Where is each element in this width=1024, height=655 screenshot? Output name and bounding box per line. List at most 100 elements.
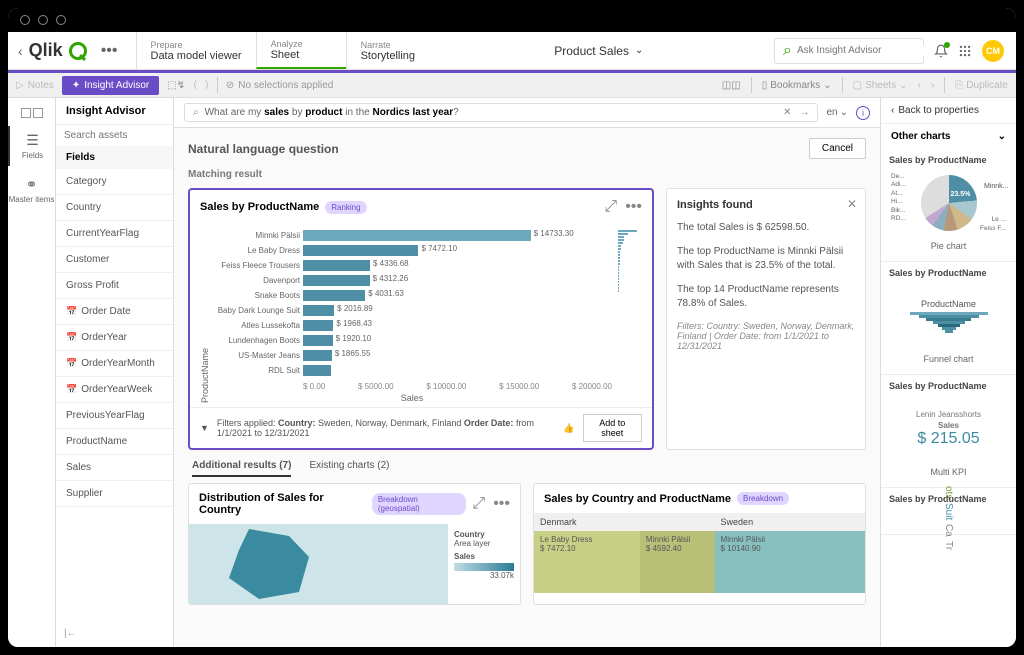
rp-card-kpi[interactable]: Sales by ProductName Lenin Jeansshorts S… (881, 375, 1016, 488)
grid-icon[interactable] (958, 44, 972, 58)
nav-tab-prepare[interactable]: Prepare Data model viewer (136, 32, 256, 69)
calendar-icon: 📅 (66, 384, 77, 395)
map-legend: Country Area layer Sales 33.07k (448, 524, 520, 604)
traffic-light-icon (38, 15, 48, 25)
expand-icon[interactable]: ⤢ (472, 495, 485, 513)
no-selections-text: ⊘ No selections applied (226, 80, 333, 91)
field-item[interactable]: Sales (56, 455, 173, 481)
rail-master-items[interactable]: ⚭ Master items (8, 170, 55, 210)
properties-panel: ‹ Back to properties Other charts⌄ Sales… (880, 98, 1016, 647)
other-charts-section[interactable]: Other charts⌄ (881, 124, 1016, 149)
search-insight-input[interactable]: ⌕ (774, 38, 924, 64)
rp-card-other[interactable]: Sales by ProductName otsSuitCaTr (881, 488, 1016, 535)
back-icon[interactable]: ‹ (18, 43, 23, 59)
pie-icon: Minnk... 23.5% (921, 175, 977, 231)
close-icon[interactable]: ✕ (847, 197, 857, 211)
minimap[interactable] (618, 228, 644, 403)
more-button[interactable]: ••• (93, 42, 126, 60)
insight-item: The total Sales is $ 62598.50. (677, 221, 855, 235)
insight-filters: Filters: Country: Sweden, Norway, Denmar… (677, 321, 855, 351)
lasso-icon[interactable]: ⬚↯ (167, 80, 185, 91)
funnel-icon (909, 312, 989, 333)
field-item[interactable]: PreviousYearFlag (56, 403, 173, 429)
submit-icon[interactable]: → (799, 107, 809, 118)
tree-title: Sales by Country and ProductName (544, 493, 731, 505)
rp-card-pie[interactable]: Sales by ProductName De...Adi...At...Hi.… (881, 149, 1016, 262)
bar-chart: Minnki Pälsii$ 14733.30Le Baby Dress$ 74… (212, 228, 612, 403)
window-titlebar (8, 8, 1016, 32)
notes-button[interactable]: ▷ Notes (16, 80, 54, 91)
dist-card: Distribution of Sales for Country Breakd… (188, 483, 521, 605)
add-to-sheet-button[interactable]: Add to sheet (583, 414, 643, 442)
thumbs-up-icon[interactable]: 👍 (563, 423, 574, 434)
selections-tool-icon[interactable]: ◫◫ (722, 80, 741, 91)
nl-query-input[interactable]: ⌕ What are my sales by product in the No… (184, 103, 818, 122)
tree-card: Sales by Country and ProductName Breakdo… (533, 483, 866, 605)
expand-icon[interactable]: ⤢ (604, 198, 617, 216)
nav-tab-narrate[interactable]: Narrate Storytelling (346, 32, 436, 69)
insight-item: The top 14 ProductName represents 78.8% … (677, 283, 855, 311)
field-item[interactable]: CurrentYearFlag (56, 221, 173, 247)
field-item[interactable]: ProductName (56, 429, 173, 455)
app-title[interactable]: Product Sales ⌄ (436, 32, 762, 69)
clear-icon[interactable]: ✕ (783, 107, 791, 118)
insight-advisor-button[interactable]: ✦ Insight Advisor (62, 76, 159, 95)
bookmarks-button[interactable]: ▯ Bookmarks ⌄ (762, 80, 832, 91)
main-area: ⌕ What are my sales by product in the No… (174, 98, 880, 647)
top-bar: ‹ Qlik ••• Prepare Data model viewer Ana… (8, 32, 1016, 70)
tab-additional[interactable]: Additional results (7) (192, 460, 291, 477)
sheets-button[interactable]: ▢ Sheets ⌄ (853, 80, 908, 91)
back-to-properties[interactable]: ‹ Back to properties (881, 98, 1016, 124)
database-icon: ☰ (26, 132, 39, 149)
prev-sheet-icon[interactable]: ‹ (918, 80, 921, 91)
panel-header: Insight Advisor (56, 98, 173, 125)
kpi-icon: Lenin Jeansshorts Sales $ 215.05 (916, 410, 981, 448)
tab-existing[interactable]: Existing charts (2) (309, 460, 389, 477)
avatar[interactable]: CM (982, 40, 1004, 62)
treemap-chart[interactable]: Denmark Le Baby Dress$ 7472.10 Minnki Pä… (534, 513, 865, 593)
collapse-panel-icon[interactable]: |← (56, 620, 173, 647)
insights-card: ✕ Insights found The total Sales is $ 62… (666, 188, 866, 450)
insights-title: Insights found (677, 199, 855, 211)
next-sheet-icon[interactable]: › (931, 80, 934, 91)
field-item[interactable]: 📅OrderYearWeek (56, 377, 173, 403)
map-chart[interactable]: Country Area layer Sales 33.07k (189, 524, 520, 604)
tree-badge: Breakdown (737, 492, 789, 505)
search-icon: ⌕ (783, 42, 792, 60)
bell-icon[interactable] (934, 44, 948, 58)
filter-icon: ▼ (200, 423, 209, 433)
more-icon[interactable]: ••• (625, 198, 642, 216)
more-icon[interactable]: ••• (493, 495, 510, 513)
field-item[interactable]: Gross Profit (56, 273, 173, 299)
asset-search-input[interactable] (64, 130, 165, 141)
step-fwd-icon[interactable]: ⟩ (205, 80, 209, 91)
nav-tab-analyze[interactable]: Analyze Sheet (256, 32, 346, 69)
field-item[interactable]: Country (56, 195, 173, 221)
traffic-light-icon (20, 15, 30, 25)
info-icon[interactable]: i (856, 106, 870, 120)
rp-card-funnel[interactable]: Sales by ProductName ProductName Funnel … (881, 262, 1016, 375)
field-item[interactable]: Category (56, 169, 173, 195)
field-item[interactable]: 📅OrderYear (56, 325, 173, 351)
logo-icon (69, 42, 87, 60)
duplicate-button[interactable]: ⎘ Duplicate (955, 80, 1008, 91)
lang-selector[interactable]: en ⌄ (826, 107, 848, 118)
field-item[interactable]: Customer (56, 247, 173, 273)
matching-label: Matching result (174, 169, 880, 188)
layout-icon[interactable] (33, 108, 43, 118)
filter-text: Filters applied: Country: Sweden, Norway… (217, 418, 555, 438)
chevron-down-icon: ⌄ (635, 45, 643, 56)
step-back-icon[interactable]: ⟨ (193, 80, 197, 91)
field-item[interactable]: Supplier (56, 481, 173, 507)
dist-badge: Breakdown (geospatial) (372, 493, 467, 515)
layout-icon[interactable] (21, 108, 31, 118)
left-rail: ☰ Fields ⚭ Master items (8, 98, 56, 647)
calendar-icon: 📅 (66, 358, 77, 369)
chart-badge: Ranking (325, 201, 366, 214)
rail-fields[interactable]: ☰ Fields (8, 126, 55, 166)
field-item[interactable]: 📅OrderYearMonth (56, 351, 173, 377)
field-item[interactable]: 📅Order Date (56, 299, 173, 325)
chart-title: Sales by ProductName (200, 201, 319, 213)
calendar-icon: 📅 (66, 332, 77, 343)
cancel-button[interactable]: Cancel (809, 138, 866, 159)
